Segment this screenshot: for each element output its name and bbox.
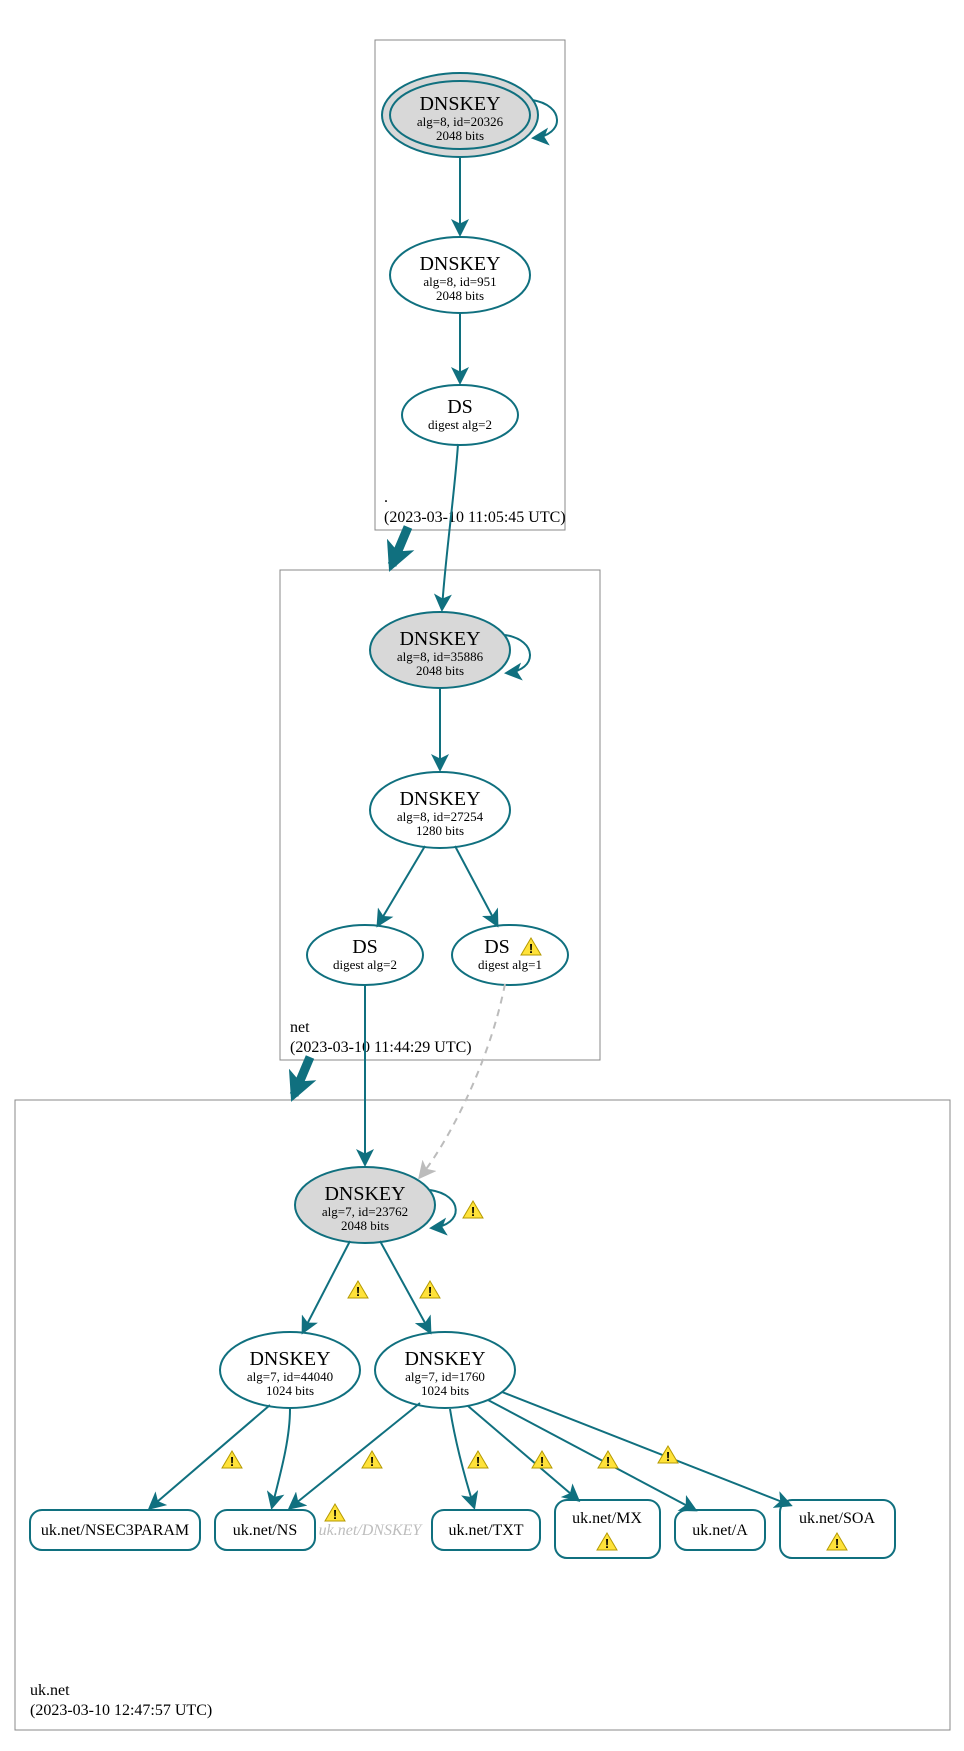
svg-text:uk.net/NS: uk.net/NS xyxy=(233,1522,297,1539)
svg-text:1024 bits: 1024 bits xyxy=(266,1383,314,1398)
zone-root-ts: (2023-03-10 11:05:45 UTC) xyxy=(384,509,566,526)
warning-icon xyxy=(463,1201,483,1219)
node-net-ds1[interactable]: DS digest alg=1 xyxy=(452,925,568,985)
edge-zsk2-mx xyxy=(468,1406,578,1500)
warning-icon xyxy=(420,1281,440,1299)
svg-text:digest alg=2: digest alg=2 xyxy=(333,957,397,972)
svg-text:uk.net/DNSKEY: uk.net/DNSKEY xyxy=(319,1522,424,1539)
edge-zsk1-ns xyxy=(272,1409,290,1507)
svg-text:2048 bits: 2048 bits xyxy=(436,288,484,303)
edge-net-zsk-ds2 xyxy=(378,846,425,925)
svg-text:uk.net/TXT: uk.net/TXT xyxy=(448,1522,523,1539)
svg-text:alg=8, id=35886: alg=8, id=35886 xyxy=(397,649,484,664)
svg-text:DNSKEY: DNSKEY xyxy=(404,1348,485,1370)
node-net-zsk[interactable]: DNSKEY alg=8, id=27254 1280 bits xyxy=(370,772,510,848)
zone-uknet-ts: (2023-03-10 12:47:57 UTC) xyxy=(30,1702,212,1719)
edge-zone-root-to-net xyxy=(392,527,408,565)
leaf-ns[interactable]: uk.net/NS xyxy=(215,1510,315,1550)
svg-text:uk.net/MX: uk.net/MX xyxy=(572,1510,642,1527)
svg-text:digest alg=2: digest alg=2 xyxy=(428,417,492,432)
zone-uknet-label: uk.net xyxy=(30,1682,70,1699)
svg-text:uk.net/SOA: uk.net/SOA xyxy=(799,1510,875,1527)
warning-icon xyxy=(362,1451,382,1469)
edge-net-zsk-ds1 xyxy=(455,846,497,925)
node-uknet-zsk2[interactable]: DNSKEY alg=7, id=1760 1024 bits xyxy=(375,1332,515,1408)
svg-text:2048 bits: 2048 bits xyxy=(416,663,464,678)
edge-root-ds-net-ksk xyxy=(442,444,458,609)
zone-uknet-box xyxy=(15,1100,950,1730)
warning-icon xyxy=(348,1281,368,1299)
edge-uk-ksk-zsk1 xyxy=(303,1241,350,1332)
dnssec-graph: ! . (2023-03-10 11:05:45 UTC) net (2023-… xyxy=(0,0,964,1751)
node-uknet-ksk[interactable]: DNSKEY alg=7, id=23762 2048 bits xyxy=(295,1167,435,1243)
leaf-nsec3param[interactable]: uk.net/NSEC3PARAM xyxy=(30,1510,200,1550)
svg-text:alg=8, id=20326: alg=8, id=20326 xyxy=(417,114,504,129)
svg-text:alg=8, id=951: alg=8, id=951 xyxy=(423,274,496,289)
warning-icon xyxy=(222,1451,242,1469)
svg-text:alg=8, id=27254: alg=8, id=27254 xyxy=(397,809,484,824)
edge-zsk2-ns xyxy=(290,1403,420,1508)
svg-text:DNSKEY: DNSKEY xyxy=(399,628,480,650)
edge-net-ds1-uk-ksk xyxy=(420,984,505,1177)
edge-zone-net-to-uknet xyxy=(294,1057,310,1095)
zone-net-label: net xyxy=(290,1019,310,1036)
svg-text:uk.net/NSEC3PARAM: uk.net/NSEC3PARAM xyxy=(41,1522,189,1539)
leaf-mx[interactable]: uk.net/MX xyxy=(555,1500,660,1558)
zone-root-label: . xyxy=(384,489,388,506)
warning-icon xyxy=(325,1504,345,1522)
svg-text:alg=7, id=1760: alg=7, id=1760 xyxy=(405,1369,485,1384)
svg-text:2048 bits: 2048 bits xyxy=(341,1218,389,1233)
edge-zsk1-nsec3 xyxy=(150,1405,270,1508)
node-root-ksk[interactable]: DNSKEY alg=8, id=20326 2048 bits xyxy=(382,73,538,157)
node-net-ksk[interactable]: DNSKEY alg=8, id=35886 2048 bits xyxy=(370,612,510,688)
svg-text:uk.net/A: uk.net/A xyxy=(692,1522,748,1539)
svg-text:DNSKEY: DNSKEY xyxy=(399,788,480,810)
svg-text:DS: DS xyxy=(484,936,510,958)
svg-text:DS: DS xyxy=(447,396,473,418)
warning-icon xyxy=(532,1451,552,1469)
svg-text:alg=7, id=44040: alg=7, id=44040 xyxy=(247,1369,333,1384)
svg-text:DNSKEY: DNSKEY xyxy=(249,1348,330,1370)
edge-zsk2-txt xyxy=(450,1409,474,1507)
svg-text:DNSKEY: DNSKEY xyxy=(419,93,500,115)
svg-text:alg=7, id=23762: alg=7, id=23762 xyxy=(322,1204,408,1219)
edge-zsk2-soa xyxy=(502,1392,790,1505)
warning-icon xyxy=(468,1451,488,1469)
edge-uk-ksk-zsk2 xyxy=(380,1241,430,1332)
leaf-a[interactable]: uk.net/A xyxy=(675,1510,765,1550)
node-root-zsk[interactable]: DNSKEY alg=8, id=951 2048 bits xyxy=(390,237,530,313)
node-root-ds[interactable]: DS digest alg=2 xyxy=(402,385,518,445)
svg-text:DS: DS xyxy=(352,936,378,958)
leaf-dnskey-faded: uk.net/DNSKEY xyxy=(319,1504,424,1539)
svg-text:DNSKEY: DNSKEY xyxy=(324,1183,405,1205)
leaf-soa[interactable]: uk.net/SOA xyxy=(780,1500,895,1558)
svg-text:1280 bits: 1280 bits xyxy=(416,823,464,838)
zone-net-ts: (2023-03-10 11:44:29 UTC) xyxy=(290,1039,472,1056)
node-uknet-zsk1[interactable]: DNSKEY alg=7, id=44040 1024 bits xyxy=(220,1332,360,1408)
svg-text:DNSKEY: DNSKEY xyxy=(419,253,500,275)
svg-text:1024 bits: 1024 bits xyxy=(421,1383,469,1398)
leaf-txt[interactable]: uk.net/TXT xyxy=(432,1510,540,1550)
node-net-ds2[interactable]: DS digest alg=2 xyxy=(307,925,423,985)
svg-text:digest alg=1: digest alg=1 xyxy=(478,957,542,972)
svg-text:2048 bits: 2048 bits xyxy=(436,128,484,143)
